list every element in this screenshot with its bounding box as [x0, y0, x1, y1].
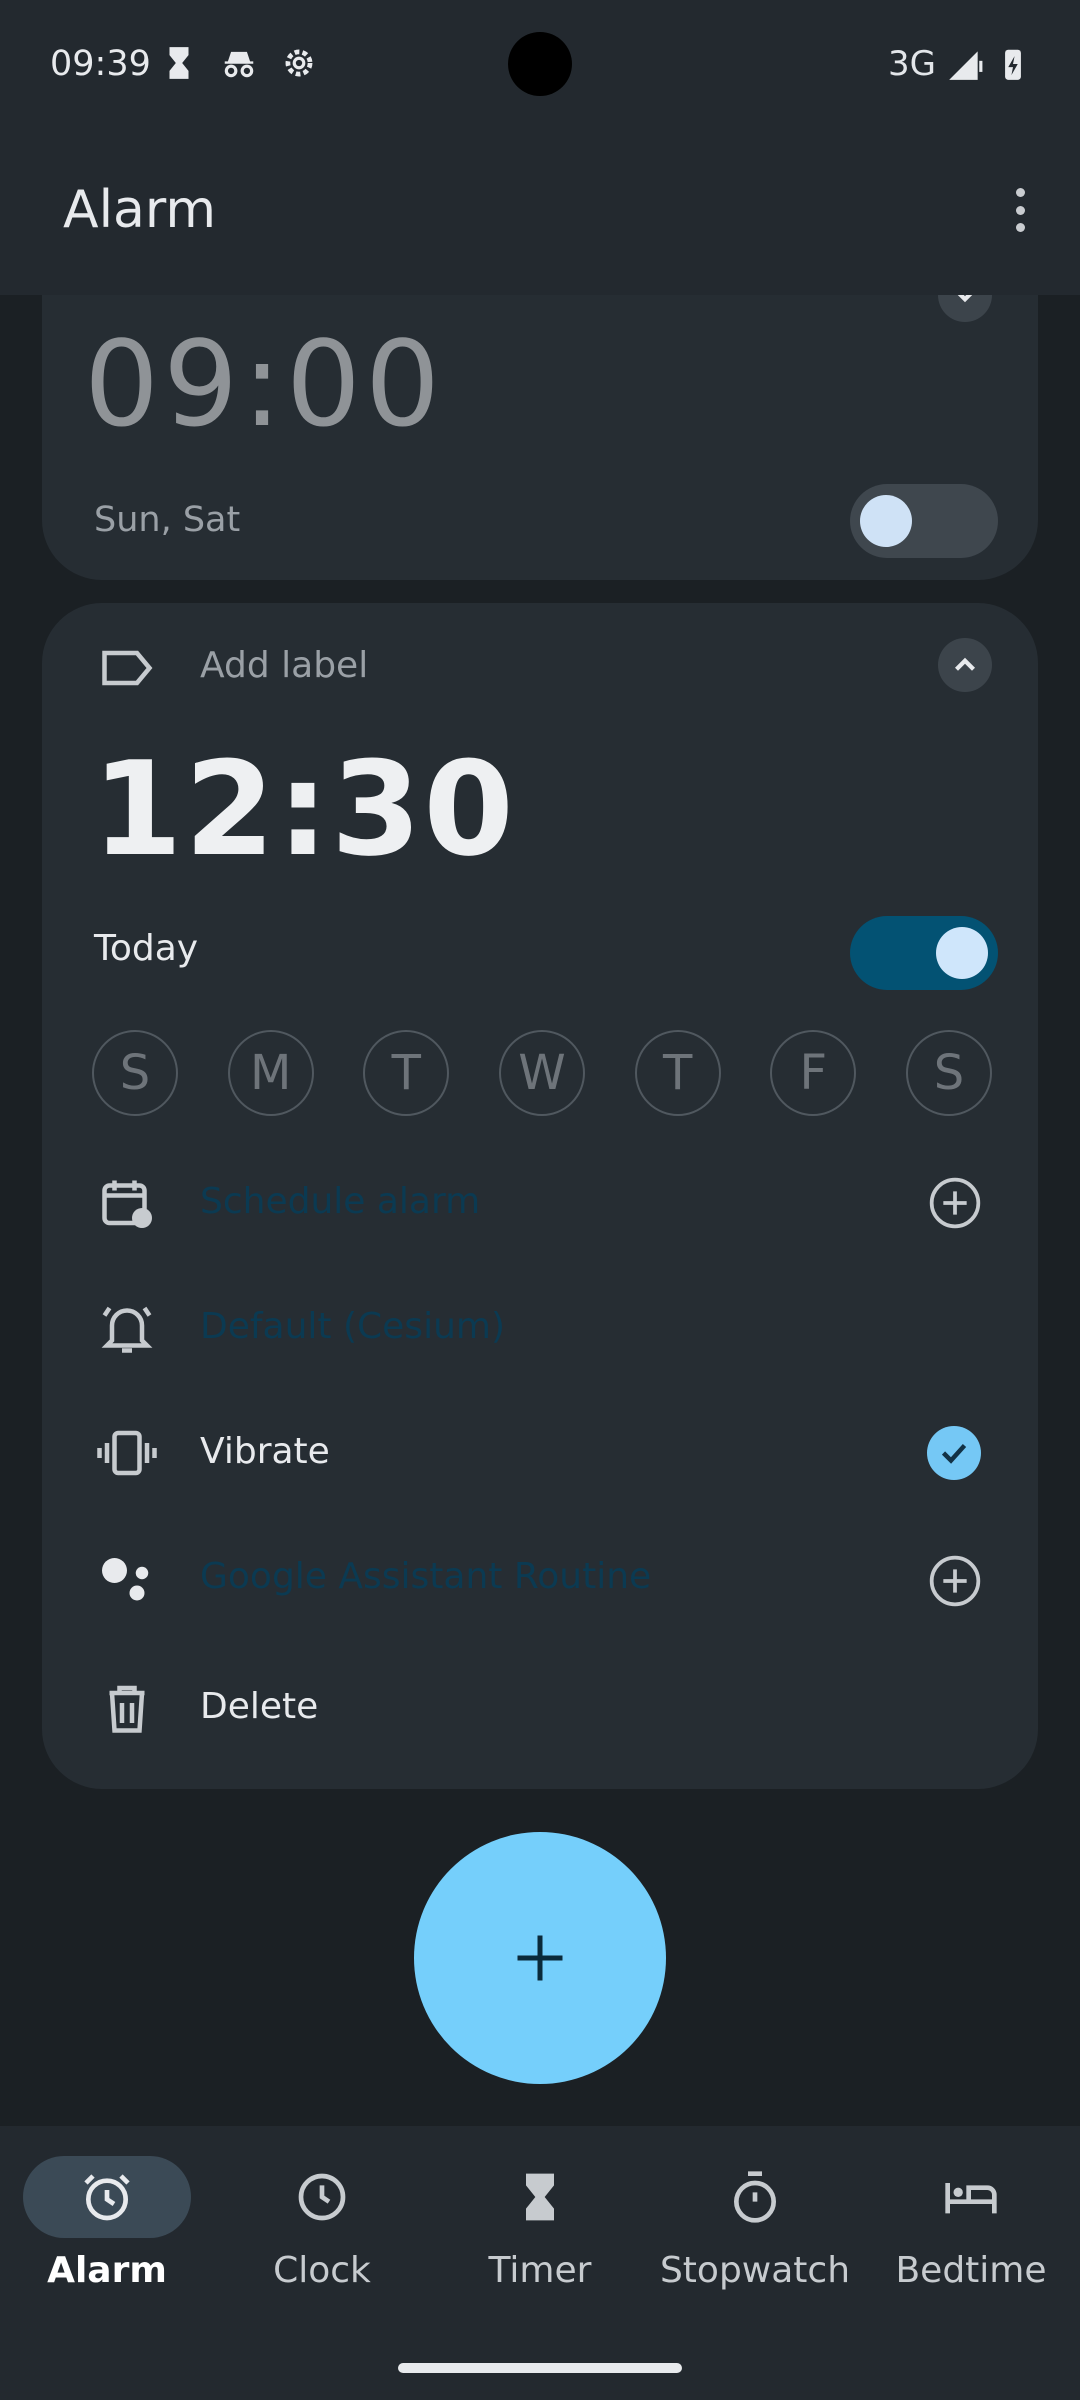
clock-icon: [298, 2173, 346, 2221]
status-icons-left: [160, 44, 318, 82]
delete-icon: [97, 1678, 157, 1738]
alarm-toggle[interactable]: [850, 484, 998, 558]
battery-charging-icon: [1005, 49, 1021, 80]
day-toggle-friday[interactable]: F: [770, 1030, 857, 1116]
calendar-clock-icon: [97, 1173, 157, 1233]
weekday-selector: S M T W T F S: [92, 1030, 992, 1116]
check-icon: [941, 1443, 967, 1464]
add-routine-button[interactable]: [927, 1553, 983, 1609]
status-icons-right: 3G: [888, 44, 1032, 84]
top-app-bar: 09:39 3G Alarm: [0, 0, 1080, 295]
alarm-time[interactable]: 12:30: [92, 733, 516, 885]
incognito-icon: [224, 51, 254, 78]
nav-item-stopwatch[interactable]: Stopwatch: [655, 2156, 855, 2291]
status-time: 09:39: [50, 44, 151, 84]
add-circle-icon: [929, 1555, 981, 1607]
alarm-time[interactable]: 09:00: [84, 315, 444, 453]
add-circle-icon: [929, 1177, 981, 1229]
hourglass-icon: [526, 2173, 554, 2221]
google-assistant-routine-button[interactable]: Google Assistant Routine: [200, 1556, 651, 1597]
day-toggle-sunday[interactable]: S: [92, 1030, 178, 1116]
alarm-toggle[interactable]: [850, 916, 998, 990]
status-bar: 09:39 3G: [0, 0, 1080, 130]
google-assistant-icon: [97, 1548, 157, 1608]
day-toggle-monday[interactable]: M: [227, 1030, 314, 1116]
vibrate-icon: [97, 1423, 157, 1483]
bed-icon: [945, 2183, 997, 2214]
nav-item-alarm[interactable]: Alarm: [7, 2156, 207, 2291]
camera-cutout: [508, 32, 572, 96]
day-toggle-saturday[interactable]: S: [905, 1030, 992, 1116]
alarm-clock-icon: [84, 2174, 130, 2221]
stopwatch-icon: [734, 2171, 776, 2223]
settings-gear-icon: [285, 49, 313, 77]
signal-icon: [949, 51, 983, 80]
vibrate-checkbox[interactable]: [927, 1426, 981, 1480]
schedule-alarm-button[interactable]: Schedule alarm: [200, 1181, 480, 1222]
network-type: 3G: [888, 44, 936, 84]
chevron-up-icon: [954, 657, 976, 671]
alarm-repeat-days: Sun, Sat: [94, 500, 241, 540]
day-toggle-wednesday[interactable]: W: [498, 1030, 585, 1116]
day-toggle-tuesday[interactable]: T: [363, 1030, 450, 1116]
nav-item-timer[interactable]: Timer: [440, 2156, 640, 2291]
alarm-card-1230: Add label 12:30 Today S M T W T F S Sche…: [42, 603, 1038, 1789]
alarm-bell-icon: [97, 1298, 157, 1358]
alarm-repeat-days: Today: [94, 928, 199, 969]
hourglass-icon: [169, 47, 189, 79]
bottom-navigation: Alarm Clock Timer Stopwatch Bedtime: [0, 2126, 1080, 2400]
alarm-sound-button[interactable]: Default (Cesium): [200, 1306, 505, 1347]
page-title: Alarm: [63, 180, 217, 240]
add-icon: [517, 1935, 563, 1981]
more-vert-icon[interactable]: [1000, 180, 1040, 240]
collapse-button[interactable]: [938, 638, 992, 692]
home-indicator[interactable]: [398, 2363, 682, 2373]
add-schedule-button[interactable]: [927, 1175, 983, 1231]
vibrate-label[interactable]: Vibrate: [200, 1431, 330, 1472]
nav-item-bedtime[interactable]: Bedtime: [871, 2156, 1071, 2291]
day-toggle-thursday[interactable]: T: [634, 1030, 721, 1116]
label-icon: [97, 638, 157, 698]
alarm-card-0900[interactable]: 09:00 Sun, Sat: [42, 260, 1038, 580]
nav-item-clock[interactable]: Clock: [222, 2156, 422, 2291]
delete-button[interactable]: Delete: [200, 1686, 318, 1727]
add-label-button[interactable]: Add label: [200, 645, 368, 686]
add-alarm-button[interactable]: [414, 1832, 666, 2084]
